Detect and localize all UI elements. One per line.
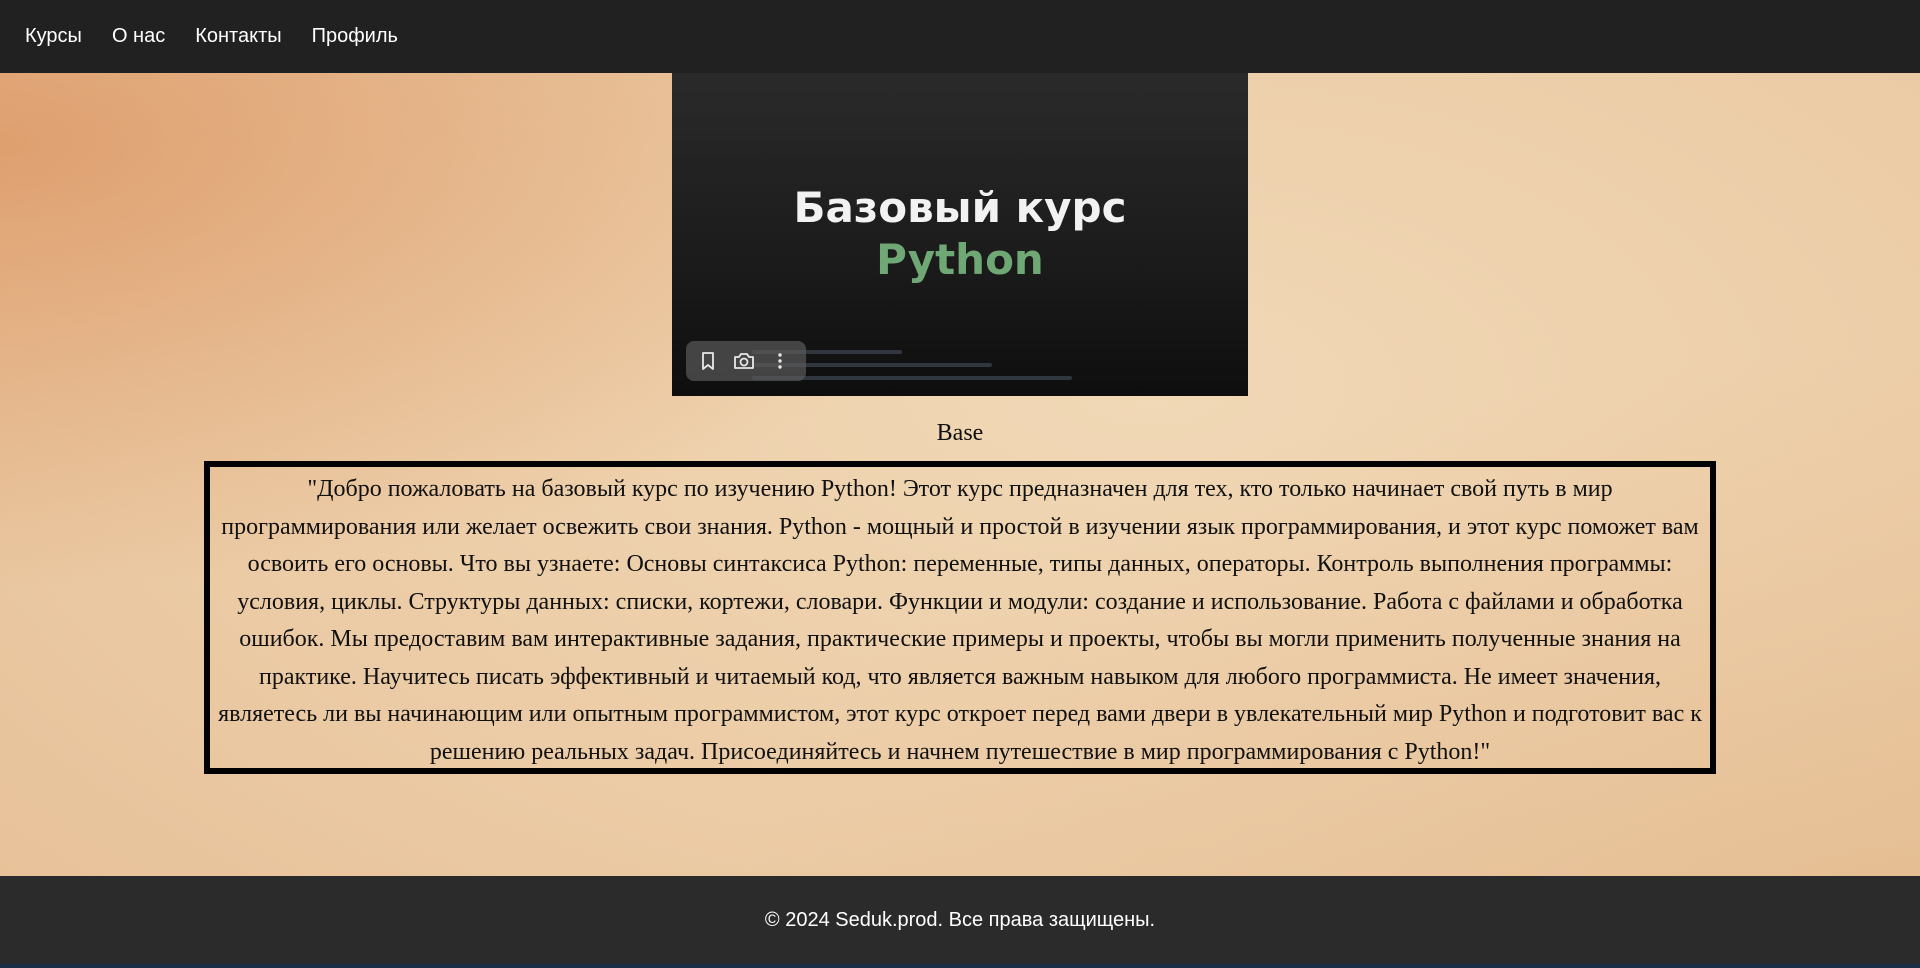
page-footer: © 2024 Seduk.prod. Все права защищены. — [0, 876, 1920, 964]
nav-link-about[interactable]: О нас — [112, 25, 165, 48]
bookmark-icon[interactable] — [696, 349, 720, 373]
banner-title: Базовый курс — [793, 183, 1127, 232]
course-description: "Добро пожаловать на базовый курс по изу… — [204, 461, 1716, 774]
footer-copyright: © 2024 Seduk.prod. Все права защищены. — [764, 908, 1156, 931]
camera-icon[interactable] — [732, 349, 756, 373]
nav-link-courses[interactable]: Курсы — [25, 25, 82, 48]
banner-subtitle: Python — [876, 235, 1044, 284]
course-name: Base — [936, 420, 984, 446]
code-background-decoration — [752, 341, 1132, 396]
more-vertical-icon[interactable] — [768, 349, 792, 373]
nav-link-profile[interactable]: Профиль — [312, 25, 398, 48]
nav-link-contacts[interactable]: Контакты — [195, 25, 281, 48]
image-overlay-toolbar — [686, 341, 806, 381]
bottom-edge-strip — [0, 964, 1920, 968]
course-banner-image: Базовый курс Python — [672, 73, 1248, 396]
top-navigation: Курсы О нас Контакты Профиль — [0, 0, 1920, 73]
